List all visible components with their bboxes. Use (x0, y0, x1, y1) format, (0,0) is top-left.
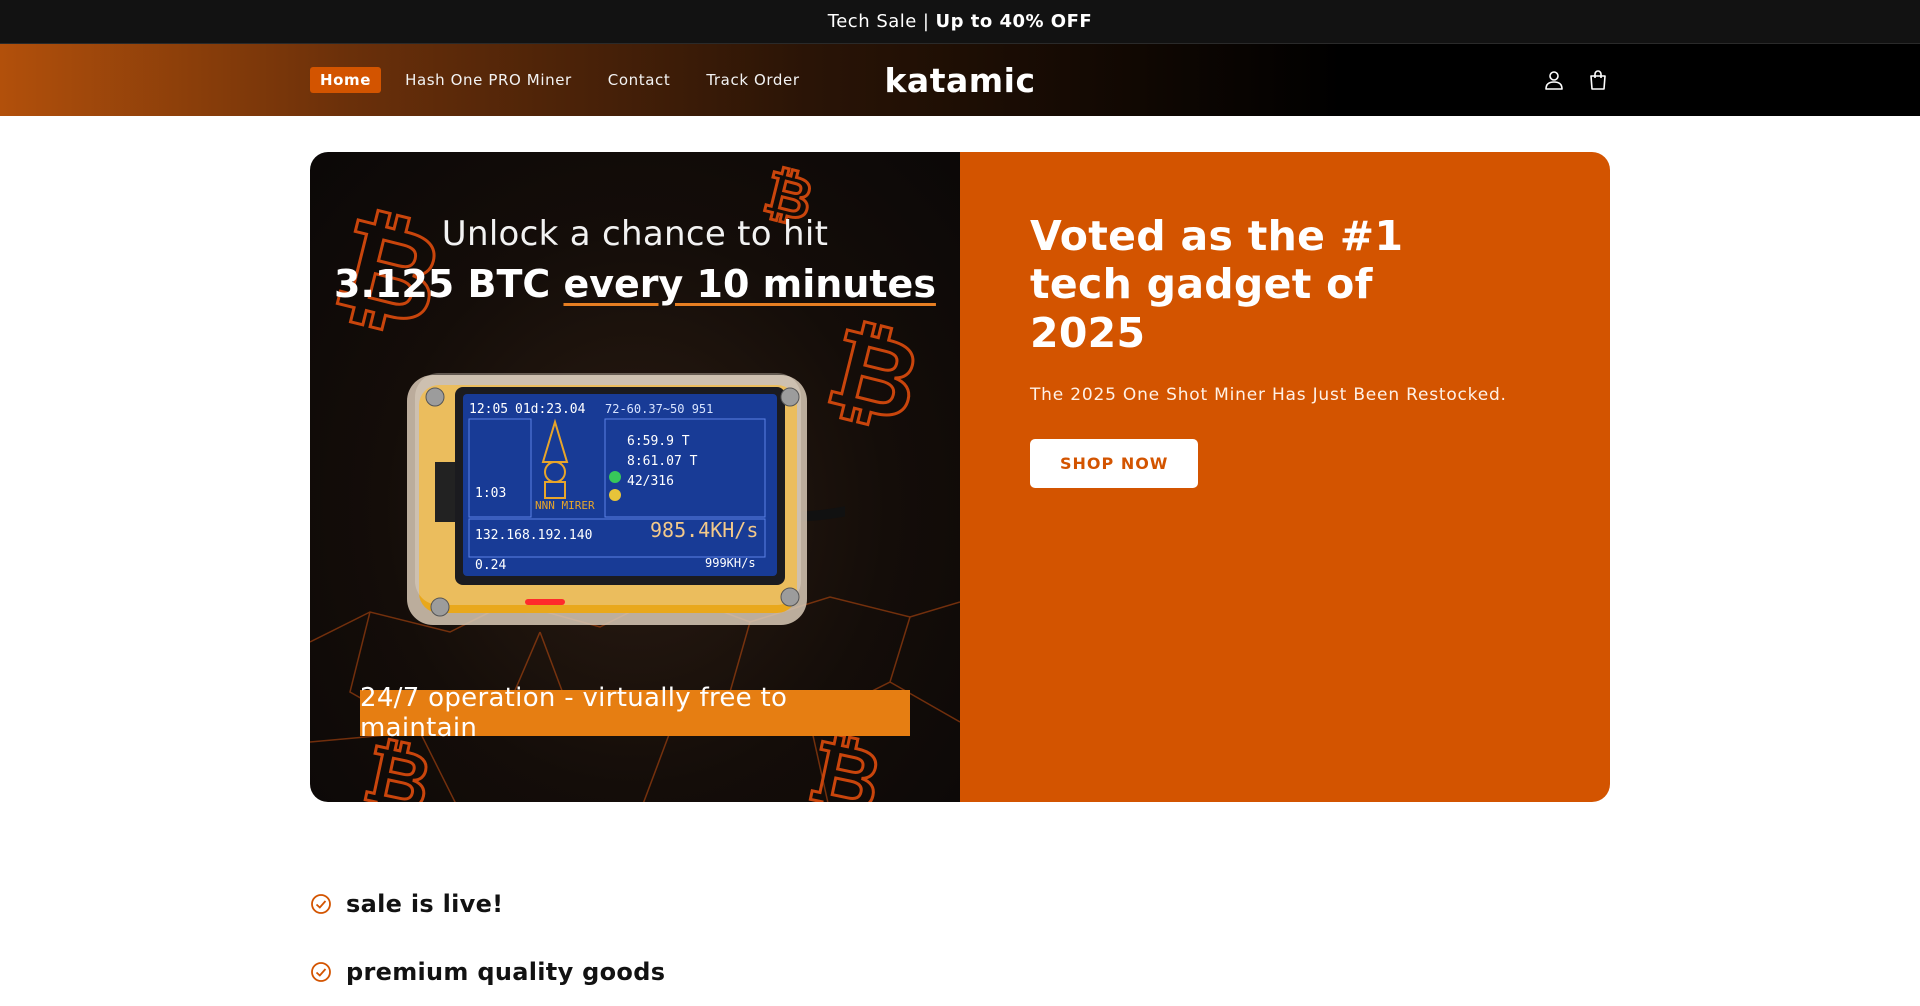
hero-image: ₿ ₿ ₿ ₿ ₿ Unlock a chance to hit 3.125 B… (310, 152, 960, 802)
check-circle-icon (310, 961, 332, 983)
screen-uptime: 01d:23.04 (515, 402, 586, 417)
screen-stat2: 8:61.07 T (627, 454, 698, 469)
hero-subtitle: The 2025 One Shot Miner Has Just Been Re… (1030, 385, 1507, 406)
screen-hashrate: 985.4KH/s (650, 518, 758, 542)
feature-item: sale is live! (310, 870, 665, 938)
image-headline-btc: 3.125 BTC (334, 262, 551, 306)
hero-copy: Voted as the #1 tech gadget of 2025 The … (960, 152, 1610, 802)
screen-time: 12:05 (469, 402, 508, 417)
screen-best: 999KH/s (705, 556, 756, 570)
cart-icon[interactable] (1586, 68, 1610, 92)
screen-status: 72-60.37~50 951 (605, 402, 713, 416)
announcement-highlight: Up to 40% OFF (935, 11, 1093, 32)
feature-text: premium quality goods (346, 958, 666, 986)
site-logo[interactable]: katamic (884, 61, 1035, 100)
feature-text: sale is live! (346, 890, 504, 918)
feature-item: premium quality goods (310, 938, 665, 1006)
screen-stat3: 42/316 (627, 474, 674, 489)
nav-contact[interactable]: Contact (596, 67, 683, 93)
screen-stat1: 6:59.9 T (627, 434, 690, 449)
announcement-separator: | (922, 11, 930, 32)
main-nav: Home Hash One PRO Miner Contact Track Or… (310, 67, 812, 93)
announcement-text: Tech Sale (827, 11, 917, 32)
image-headline-line1: Unlock a chance to hit (441, 214, 829, 254)
nav-home[interactable]: Home (310, 67, 382, 93)
hero-title: Voted as the #1 tech gadget of 2025 (1030, 212, 1404, 357)
feature-list: sale is live! premium quality goods (310, 870, 665, 1006)
announcement-bar: Tech Sale | Up to 40% OFF (0, 0, 1920, 44)
screen-counter: 1:03 (475, 486, 506, 501)
screen-app-name: NNN MIRER (535, 499, 595, 512)
account-icon[interactable] (1542, 68, 1566, 92)
nav-track-order[interactable]: Track Order (694, 67, 811, 93)
image-headline-time: every 10 minutes (563, 262, 936, 306)
check-circle-icon (310, 893, 332, 915)
site-header: Home Hash One PRO Miner Contact Track Or… (0, 44, 1920, 116)
image-headline-line2: 3.125 BTC every 10 minutes (310, 262, 960, 306)
miner-device-illustration: 12:05 01d:23.04 72-60.37~50 951 NNN MIRE… (407, 373, 845, 625)
screen-ip: 132.168.192.140 (475, 528, 592, 543)
nav-hash-one-pro-miner[interactable]: Hash One PRO Miner (393, 67, 584, 93)
shop-now-button[interactable]: SHOP NOW (1030, 439, 1199, 489)
screen-value: 0.24 (475, 558, 506, 573)
image-banner: 24/7 operation - virtually free to maint… (360, 683, 910, 743)
hero-section: ₿ ₿ ₿ ₿ ₿ Unlock a chance to hit 3.125 B… (310, 152, 1610, 802)
